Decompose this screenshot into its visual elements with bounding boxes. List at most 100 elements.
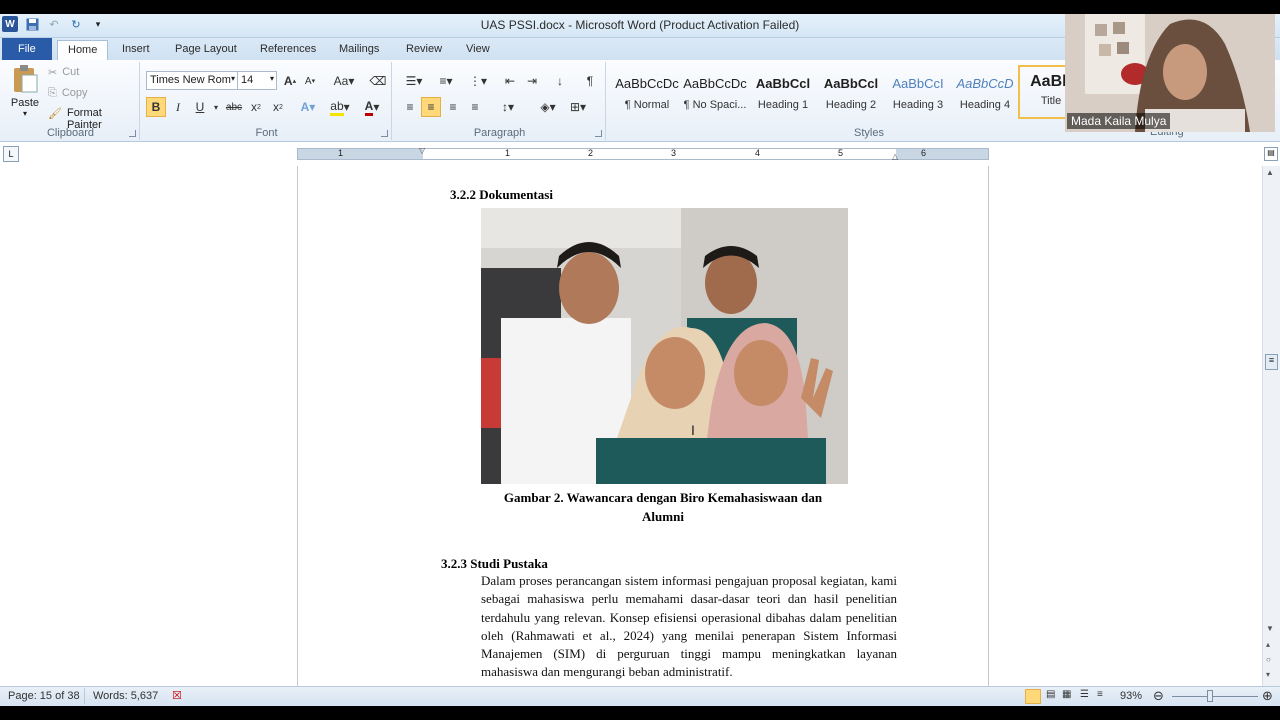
paste-dropdown-icon[interactable]: ▾ — [8, 109, 42, 118]
zoom-out-icon[interactable]: ⊖ — [1153, 688, 1164, 704]
cut-button[interactable]: ✂ Cut — [48, 66, 79, 79]
draft-view-icon[interactable]: ≡ — [1097, 689, 1103, 700]
word-count[interactable]: Words: 5,637 — [93, 690, 158, 702]
full-screen-reading-icon[interactable]: ▤ — [1046, 689, 1055, 700]
style-normal[interactable]: AaBbCcDc ¶ Normal — [614, 66, 680, 118]
ruler-number: 4 — [755, 148, 761, 158]
line-spacing-icon[interactable]: ↕▾ — [494, 97, 522, 117]
tab-review[interactable]: Review — [396, 40, 452, 60]
align-left-icon[interactable]: ≡ — [400, 97, 420, 117]
chevron-down-icon: ▾ — [269, 74, 274, 83]
font-color-icon[interactable]: A ▾ — [358, 97, 386, 117]
increase-indent-icon[interactable]: ⇥ — [522, 71, 542, 91]
next-page-icon[interactable]: ▾ — [1266, 670, 1270, 679]
style-name: Heading 3 — [892, 99, 944, 111]
outline-view-icon[interactable]: ☰ — [1080, 689, 1089, 700]
style-name: Heading 2 — [825, 99, 877, 111]
italic-button[interactable]: I — [168, 97, 188, 117]
document-page[interactable]: 3.2.2 Dokumentasi Gambar 2. Wawancara de… — [297, 166, 989, 686]
style-heading-2[interactable]: AaBbCcl Heading 2 — [818, 66, 884, 118]
left-margin-area — [298, 149, 423, 159]
multilevel-list-icon[interactable]: ⋮▾ — [464, 71, 492, 91]
ruler-row: L 1 1 2 3 4 5 6 ▽ △ ▤ — [0, 142, 1280, 166]
style-heading-4[interactable]: AaBbCcD Heading 4 — [952, 66, 1018, 118]
paste-label: Paste — [10, 97, 40, 109]
previous-page-icon[interactable]: ▴ — [1266, 640, 1270, 649]
zoom-slider-thumb[interactable] — [1207, 690, 1213, 702]
chevron-down-icon: ▾ — [230, 74, 235, 83]
tab-home[interactable]: Home — [57, 40, 109, 60]
shrink-font-icon[interactable]: A ▾ — [300, 71, 320, 91]
subscript-button[interactable]: x2 — [246, 97, 266, 117]
ruler-number: 6 — [921, 148, 927, 158]
style-heading-1[interactable]: AaBbCcl Heading 1 — [750, 66, 816, 118]
clipboard-launcher-icon[interactable] — [129, 130, 136, 137]
indent-marker-icon[interactable]: ▽ — [419, 146, 425, 155]
show-formatting-marks-icon[interactable]: ¶ — [580, 71, 600, 91]
shading-icon[interactable]: ◈▾ — [534, 97, 562, 117]
documentation-photo[interactable] — [481, 208, 848, 484]
section-heading-studi-pustaka: 3.2.3 Studi Pustaka — [441, 556, 548, 571]
font-name-value: Times New Rom — [150, 74, 231, 86]
style-name: ¶ No Spaci... — [683, 99, 747, 111]
right-indent-marker-icon[interactable]: △ — [892, 152, 898, 161]
copy-icon: ⎘ — [48, 87, 57, 99]
scroll-up-icon[interactable]: ▲ — [1266, 168, 1274, 177]
style-heading-3[interactable]: AaBbCcI Heading 3 — [885, 66, 951, 118]
bullets-icon[interactable]: ☰▾ — [400, 71, 428, 91]
tab-page-layout[interactable]: Page Layout — [165, 40, 247, 60]
borders-icon[interactable]: ⊞▾ — [564, 97, 592, 117]
scroll-down-icon[interactable]: ▼ — [1266, 624, 1274, 633]
copy-button[interactable]: ⎘ Copy — [48, 87, 88, 100]
numbering-icon[interactable]: ≡▾ — [432, 71, 460, 91]
screen-bottom-band — [0, 706, 1280, 720]
strikethrough-button[interactable]: abc — [224, 97, 244, 117]
clear-formatting-icon[interactable]: ⌫ — [368, 71, 388, 91]
style-no-spacing[interactable]: AaBbCcDc ¶ No Spaci... — [682, 66, 748, 118]
horizontal-ruler[interactable]: 1 1 2 3 4 5 6 ▽ △ — [297, 146, 989, 161]
zoom-in-icon[interactable]: ⊕ — [1262, 688, 1273, 704]
decrease-indent-icon[interactable]: ⇤ — [500, 71, 520, 91]
page-count[interactable]: Page: 15 of 38 — [8, 690, 80, 702]
font-name-combobox[interactable]: Times New Rom ▾ — [146, 71, 238, 90]
superscript-button[interactable]: x2 — [268, 97, 288, 117]
tab-insert[interactable]: Insert — [112, 40, 160, 60]
print-layout-view-icon[interactable] — [1025, 689, 1041, 704]
center-align-icon[interactable]: ≡ — [421, 97, 441, 117]
zoom-slider[interactable] — [1172, 696, 1258, 697]
clipboard-group: Paste ▾ ✂ Cut ⎘ Copy 🖌 Format Painter Clipb… — [2, 62, 140, 140]
tab-mailings[interactable]: Mailings — [329, 40, 389, 60]
tab-view[interactable]: View — [456, 40, 500, 60]
text-effects-icon[interactable]: A▾ — [298, 97, 318, 117]
change-case-icon[interactable]: Aa▾ — [330, 71, 358, 91]
grow-font-icon[interactable]: A ▴ — [280, 71, 300, 91]
tab-file[interactable]: File — [2, 38, 52, 60]
proofing-error-icon[interactable]: ☒ — [172, 689, 182, 702]
underline-dropdown-icon[interactable]: ▾ — [206, 97, 226, 117]
scroll-thumb[interactable]: ≡ — [1265, 354, 1278, 370]
bold-button[interactable]: B — [146, 97, 166, 117]
tab-selector-icon[interactable]: L — [3, 146, 19, 162]
ruler-number: 5 — [838, 148, 844, 158]
align-right-icon[interactable]: ≡ — [443, 97, 463, 117]
vertical-scrollbar[interactable]: ▲ ≡ ▼ ▴ ○ ▾ — [1262, 166, 1280, 686]
view-ruler-icon[interactable]: ▤ — [1264, 147, 1278, 161]
font-launcher-icon[interactable] — [381, 130, 388, 137]
sort-icon[interactable]: ↓ — [550, 71, 570, 91]
participant-name: Mada Kaila Mulya — [1067, 113, 1171, 129]
paste-icon — [14, 65, 38, 93]
web-layout-icon[interactable]: ▦ — [1062, 689, 1071, 700]
paragraph-launcher-icon[interactable] — [595, 130, 602, 137]
justify-icon[interactable]: ≡ — [465, 97, 485, 117]
zoom-level[interactable]: 93% — [1120, 690, 1142, 702]
highlight-color-icon[interactable]: ab ▾ — [326, 97, 354, 117]
styles-group: AaBbCcDc ¶ Normal AaBbCcDc ¶ No Spaci...… — [612, 62, 1142, 140]
browse-object-icon[interactable]: ○ — [1266, 655, 1271, 664]
font-size-combobox[interactable]: 14 ▾ — [237, 71, 277, 90]
paste-button[interactable]: Paste ▾ — [8, 64, 42, 124]
copy-label: Copy — [61, 87, 88, 99]
tab-references[interactable]: References — [250, 40, 326, 60]
ruler-number: 1 — [505, 148, 511, 158]
ruler-number: 3 — [671, 148, 677, 158]
style-name: Heading 1 — [757, 99, 809, 111]
